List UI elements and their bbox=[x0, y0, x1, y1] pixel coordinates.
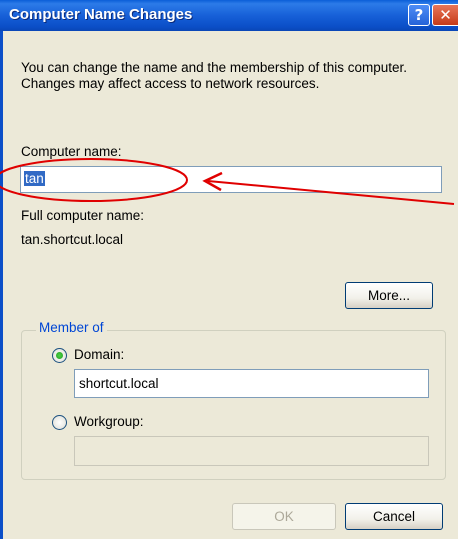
annotation-overlay bbox=[0, 158, 455, 205]
annotation-arrow-line bbox=[207, 180, 455, 205]
computer-name-changes-dialog: Computer Name Changes ? ✕ You can change… bbox=[0, 0, 458, 539]
annotation-circle bbox=[0, 158, 188, 202]
